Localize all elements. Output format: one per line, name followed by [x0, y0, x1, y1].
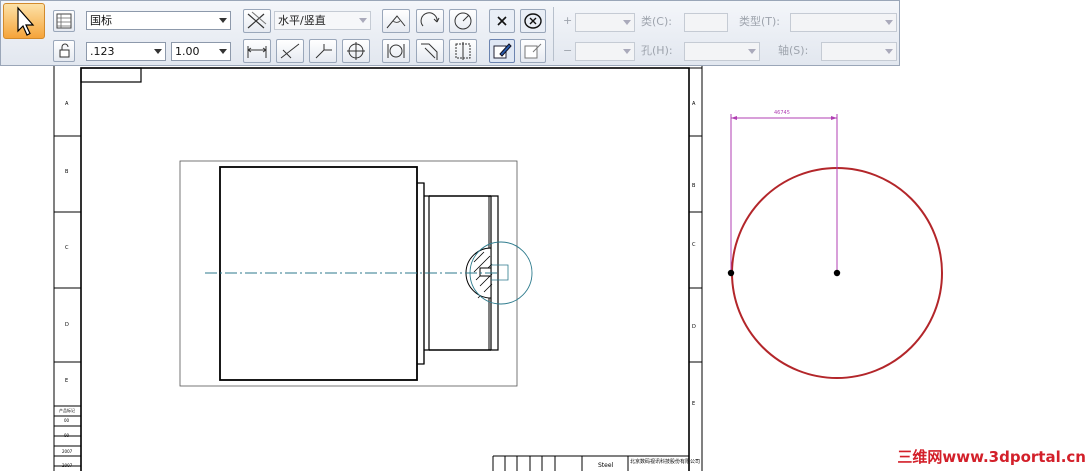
zone-label-right: B [692, 183, 696, 189]
zone-label-right: C [692, 242, 696, 248]
zone-label-right: E [692, 401, 696, 407]
zone-label-left: A [65, 101, 69, 107]
strip-label: 2007 [62, 449, 73, 454]
strip-label: 00 [64, 418, 70, 423]
zone-label-left: C [65, 245, 69, 251]
strip-label: 产品标记 [59, 408, 75, 413]
zone-label-left: E [65, 378, 69, 384]
material-label: Steel [598, 462, 614, 469]
detail-view[interactable] [727, 114, 943, 379]
company-name: 北京数码视讯科技股份有限公司 [630, 459, 701, 465]
strip-label: 2007 [62, 463, 73, 468]
zone-label-right: A [692, 101, 696, 107]
drawing-sheet[interactable] [0, 0, 1092, 471]
dimension-value[interactable]: 46745 [774, 110, 790, 116]
dimension-point-center[interactable] [833, 269, 841, 277]
dimension-extension-lines [730, 114, 838, 273]
zone-label-right: D [692, 324, 696, 330]
sheet-frame [53, 66, 703, 471]
strip-label: 00 [64, 433, 70, 438]
watermark: 三维网www.3dportal.cn [897, 448, 1086, 466]
zone-label-left: D [65, 322, 69, 328]
dimension-point-left[interactable] [727, 269, 735, 277]
part-outline[interactable] [219, 166, 499, 381]
zone-label-left: B [65, 169, 69, 175]
